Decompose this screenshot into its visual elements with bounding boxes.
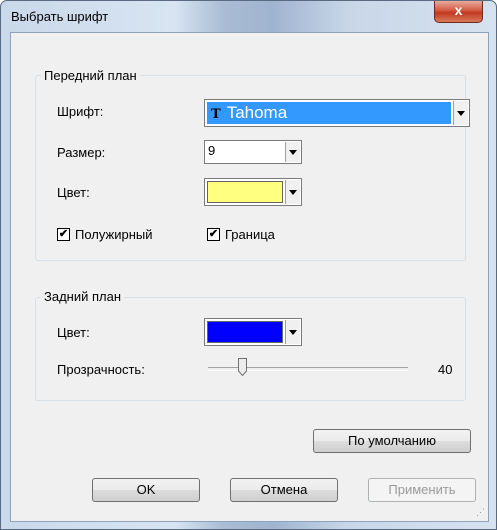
transparency-value: 40 (438, 362, 453, 377)
bold-label[interactable]: Полужирный (75, 227, 153, 242)
bg-color-swatch (207, 321, 283, 343)
checkmark-icon: ✔ (208, 228, 219, 240)
transparency-label: Прозрачность: (57, 362, 145, 377)
resize-grip-icon[interactable]: ⋰ (476, 507, 485, 518)
transparency-slider-thumb[interactable] (238, 358, 247, 376)
default-button[interactable]: По умолчанию (313, 429, 471, 453)
fg-color-select[interactable] (204, 178, 302, 206)
size-value: 9 (208, 143, 216, 158)
bg-color-label: Цвет: (57, 325, 90, 340)
chevron-down-icon[interactable] (285, 320, 300, 344)
font-name: Tahoma (226, 103, 288, 122)
checkmark-icon: ✔ (58, 228, 69, 240)
font-select[interactable]: T Tahoma (204, 99, 470, 127)
title-bar[interactable]: Выбрать шрифт x (1, 1, 496, 31)
chevron-down-icon[interactable] (285, 180, 300, 204)
border-label[interactable]: Граница (225, 227, 275, 242)
font-label: Шрифт: (57, 104, 104, 119)
foreground-legend: Передний план (41, 68, 140, 83)
fg-color-swatch (207, 181, 283, 203)
ok-button[interactable]: OK (92, 478, 200, 502)
truetype-font-icon: T (211, 107, 221, 122)
fg-color-label: Цвет: (57, 185, 90, 200)
background-legend: Задний план (41, 289, 125, 304)
close-icon: x (454, 2, 463, 18)
chevron-down-icon[interactable] (453, 101, 468, 125)
dialog-title: Выбрать шрифт (11, 9, 109, 24)
border-checkbox[interactable]: ✔ (207, 228, 220, 241)
bold-checkbox[interactable]: ✔ (57, 228, 70, 241)
size-select[interactable]: 9 (204, 140, 302, 164)
chevron-down-icon[interactable] (285, 142, 300, 162)
bg-color-select[interactable] (204, 318, 302, 346)
close-button[interactable]: x (434, 1, 483, 23)
font-dialog-window: Выбрать шрифт x Передний план Шрифт: T Ta… (0, 0, 497, 530)
cancel-button[interactable]: Отмена (230, 478, 338, 502)
font-selected-value: T Tahoma (207, 102, 451, 124)
apply-button: Применить (368, 478, 476, 502)
size-label: Размер: (57, 145, 106, 160)
background-group (35, 297, 466, 401)
dialog-body: Передний план Шрифт: T Tahoma Размер: 9 Ц… (10, 32, 489, 522)
